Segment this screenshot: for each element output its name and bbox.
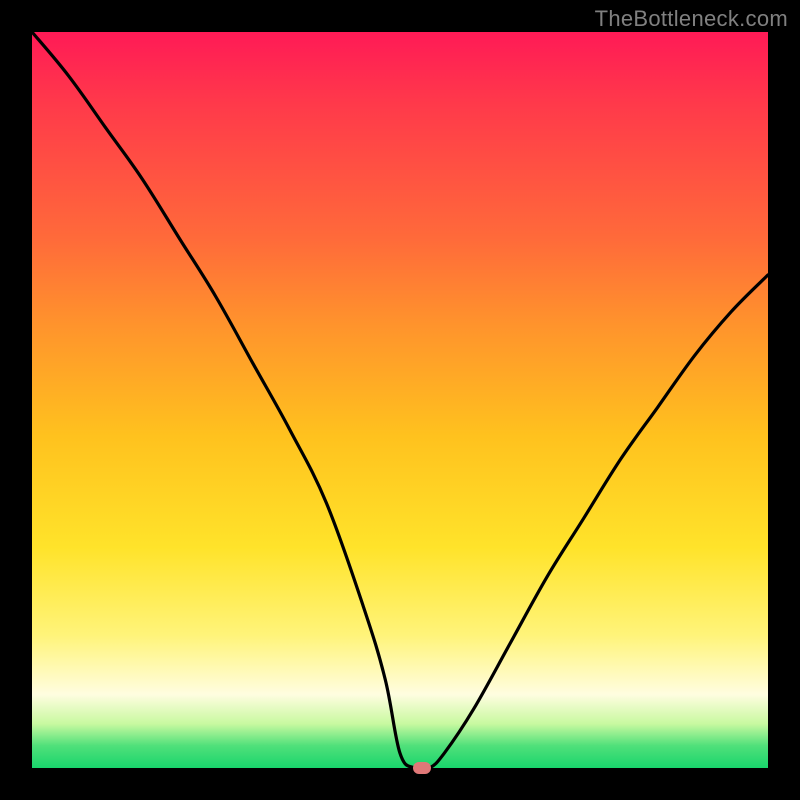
chart-frame: TheBottleneck.com bbox=[0, 0, 800, 800]
plot-area bbox=[32, 32, 768, 768]
watermark-text: TheBottleneck.com bbox=[595, 6, 788, 32]
minimum-marker bbox=[413, 762, 431, 774]
curve-svg bbox=[32, 32, 768, 768]
bottleneck-curve bbox=[32, 32, 768, 770]
